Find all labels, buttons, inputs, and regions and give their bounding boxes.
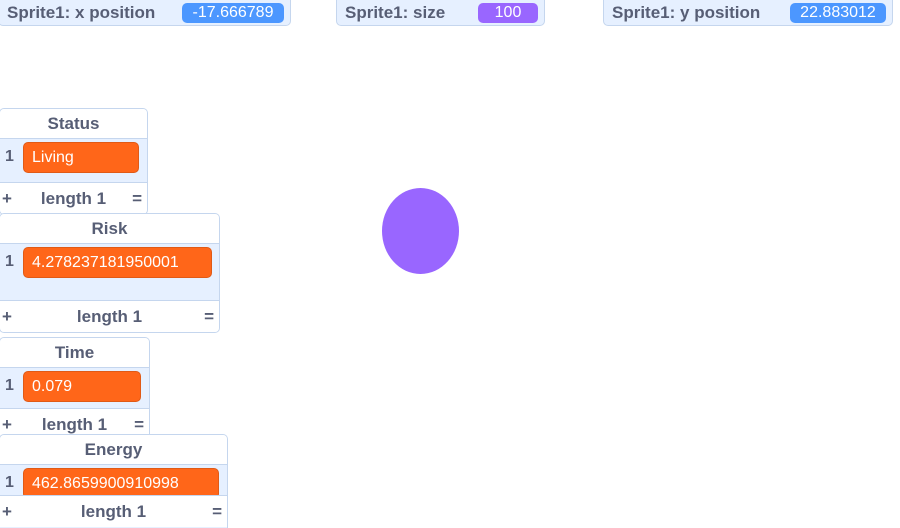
list-title: Risk [0,214,219,244]
list-item-index: 1 [5,148,14,165]
list-length: length 1 [76,307,143,326]
resize-handle[interactable]: = [204,301,214,332]
list-item-value[interactable]: 4.27823718195000​1 [23,247,212,278]
y-position-value: 22.883012 [790,2,886,23]
list-item-index: 1 [5,377,14,394]
size-value: 100 [478,2,538,23]
list-item-value[interactable]: 0.079 [23,371,141,402]
list-item-value[interactable]: Living [23,142,139,173]
size-monitor[interactable]: Sprite1: size 100 [336,0,545,26]
list-item: 1 0.079 [0,368,149,404]
size-label: Sprite1: size [345,2,446,22]
x-position-label: Sprite1: x position [7,2,156,22]
list-item-index: 1 [5,253,14,270]
list-footer: + length 1 = [0,182,147,214]
list-footer: + length 1 = [0,495,227,527]
list-title: Energy [0,435,227,465]
y-position-label: Sprite1: y position [612,2,761,22]
resize-handle[interactable]: = [212,496,222,527]
risk-list-monitor[interactable]: Risk 1 4.27823718195000​1 + length 1 = [0,213,220,333]
energy-list-monitor[interactable]: Energy 1 462.8659900910998 + length 1 = [0,434,228,528]
list-title: Status [0,109,147,139]
list-item: 1 4.27823718195000​1 [0,244,219,280]
list-item: 1 Living [0,139,147,175]
x-position-monitor[interactable]: Sprite1: x position -17.666789 [0,0,291,26]
x-position-value: -17.666789 [182,2,284,23]
list-footer: + length 1 = [0,300,219,332]
sprite1-costume[interactable] [382,188,459,274]
time-list-monitor[interactable]: Time 1 0.079 + length 1 = [0,337,150,441]
list-title: Time [0,338,149,368]
y-position-monitor[interactable]: Sprite1: y position 22.883012 [603,0,893,26]
stage[interactable]: Sprite1: x position -17.666789 Sprite1: … [0,0,900,528]
list-length: length 1 [80,502,147,521]
resize-handle[interactable]: = [132,183,142,214]
status-list-monitor[interactable]: Status 1 Living + length 1 = [0,108,148,215]
list-length: length 1 [40,189,107,208]
